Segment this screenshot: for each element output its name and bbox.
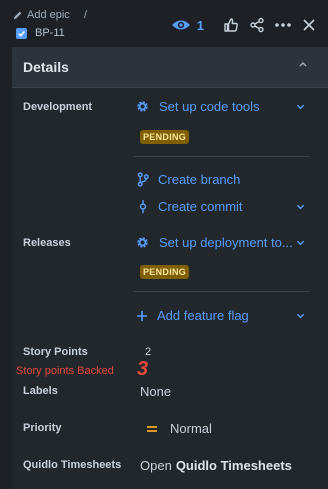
issue-toolbar: 1 — [171, 14, 322, 36]
divider — [134, 291, 310, 292]
close-icon — [302, 18, 316, 32]
task-checkbox-icon — [16, 27, 27, 39]
add-epic-label: Add epic — [27, 9, 70, 21]
add-epic-button[interactable]: Add epic — [12, 9, 70, 21]
like-button[interactable] — [218, 14, 244, 36]
create-branch-link[interactable]: Create branch — [137, 172, 240, 187]
setup-code-tools-link[interactable]: Set up code tools — [135, 99, 259, 114]
issue-key-label: BP-11 — [35, 27, 65, 39]
create-branch-label: Create branch — [158, 172, 241, 187]
add-feature-flag-link[interactable]: Add feature flag — [136, 308, 249, 323]
collapse-button[interactable] — [298, 60, 308, 68]
chevron-down-icon — [296, 104, 305, 110]
close-button[interactable] — [296, 14, 322, 36]
quidlo-link-label: Quidlo Timesheets — [175, 458, 292, 473]
create-commit-link[interactable]: Create commit — [137, 199, 243, 214]
chevron-up-icon — [298, 60, 308, 68]
priority-field[interactable]: Normal — [146, 421, 212, 436]
watchers-count: 1 — [196, 17, 204, 33]
quidlo-label: Quidlo Timesheets — [23, 459, 122, 471]
story-points-annotation: Story points Backed — [16, 365, 114, 377]
more-horizontal-icon — [275, 23, 291, 27]
commit-icon — [137, 199, 149, 214]
breadcrumb-separator: / — [84, 9, 88, 21]
share-button[interactable] — [244, 14, 270, 36]
pending-badge: PENDING — [140, 130, 190, 144]
priority-label: Priority — [23, 422, 62, 434]
development-label: Development — [23, 101, 93, 113]
setup-code-tools-dropdown[interactable] — [296, 104, 305, 110]
pending-badge: PENDING — [140, 265, 190, 279]
pencil-icon — [12, 10, 23, 21]
details-title: Details — [23, 59, 69, 75]
setup-code-tools-label: Set up code tools — [159, 99, 260, 114]
labels-label: Labels — [23, 385, 58, 397]
branch-icon — [137, 172, 149, 187]
share-icon — [249, 17, 265, 33]
create-commit-label: Create commit — [158, 199, 243, 214]
add-feature-flag-label: Add feature flag — [157, 308, 249, 323]
priority-value: Normal — [170, 421, 212, 436]
chevron-down-icon — [296, 240, 305, 246]
setup-deployment-label: Set up deployment to... — [159, 235, 293, 250]
setup-deployment-link[interactable]: Set up deployment to... — [135, 235, 293, 250]
story-points-label: Story Points — [23, 346, 88, 358]
divider — [134, 156, 310, 157]
chevron-down-icon — [296, 313, 305, 319]
setup-deployment-dropdown[interactable] — [296, 240, 305, 246]
watch-button[interactable]: 1 — [171, 18, 204, 33]
chevron-down-icon — [296, 204, 305, 210]
quidlo-prefix: Open — [140, 458, 172, 473]
more-actions-button[interactable] — [270, 14, 296, 36]
labels-field[interactable]: None — [140, 384, 171, 399]
issue-key-link[interactable]: BP-11 — [16, 27, 65, 39]
add-feature-flag-dropdown[interactable] — [296, 313, 305, 319]
priority-medium-icon — [146, 424, 158, 434]
gear-icon — [135, 235, 150, 250]
plus-icon — [136, 310, 148, 322]
eye-icon — [171, 18, 191, 32]
story-points-annotation-number: 3 — [137, 358, 149, 380]
gear-icon — [135, 99, 150, 114]
create-commit-dropdown[interactable] — [296, 204, 305, 210]
thumbs-up-icon — [223, 17, 239, 33]
story-points-field[interactable]: 2 — [145, 346, 151, 358]
releases-label: Releases — [23, 237, 71, 249]
quidlo-link[interactable]: Open Quidlo Timesheets — [140, 458, 292, 473]
